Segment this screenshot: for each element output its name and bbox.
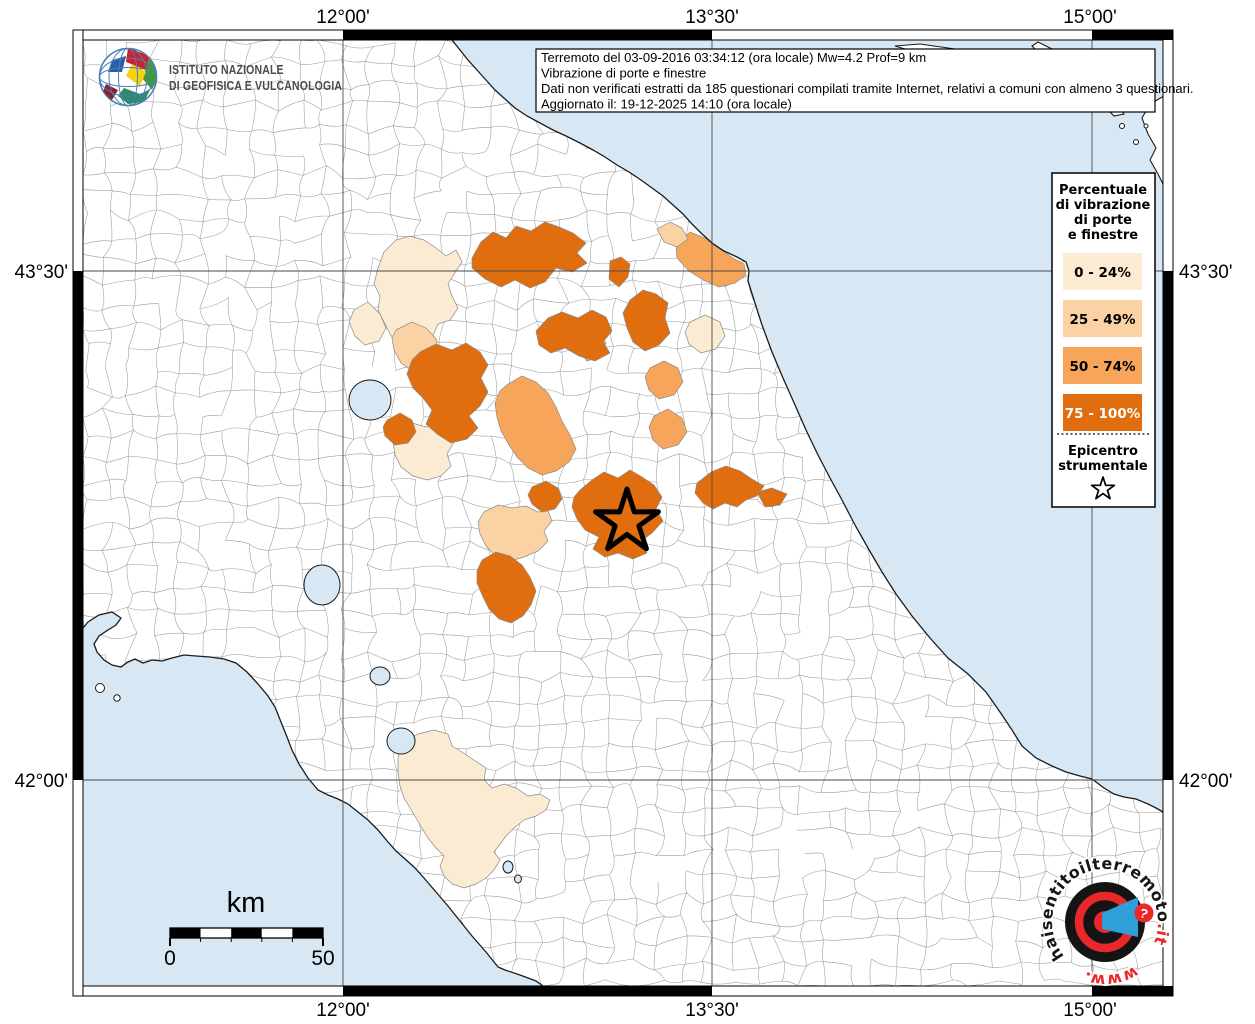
islet xyxy=(1133,139,1139,145)
legend-title-2: di vibrazione xyxy=(1056,198,1151,213)
legend-class-label-1: 0 - 24% xyxy=(1074,265,1131,281)
legend-epicenter-line1: Epicentro xyxy=(1068,444,1138,459)
axis-right-4200: 42°00' xyxy=(1179,771,1233,792)
event-data-note: Dati non verificati estratti da 185 ques… xyxy=(541,81,1194,96)
axis-top-12: 12°00' xyxy=(316,7,370,28)
event-info-box: Terremoto del 03-09-2016 03:34:12 (ora l… xyxy=(535,48,1194,113)
legend-title-3: di porte xyxy=(1074,213,1132,228)
legend-box: Percentuale di vibrazione di porte e fin… xyxy=(1051,172,1156,508)
ingv-name-line1: ISTITUTO NAZIONALE xyxy=(169,64,284,77)
event-effect: Vibrazione di porte e finestre xyxy=(541,66,706,81)
islet xyxy=(1143,123,1149,129)
axis-top-1330: 13°30' xyxy=(685,7,739,28)
legend-epicenter-line2: strumentale xyxy=(1058,459,1148,474)
lake xyxy=(502,860,514,874)
scale-unit: km xyxy=(227,887,266,919)
axis-bottom-12: 12°00' xyxy=(316,1000,370,1021)
islet xyxy=(95,683,105,693)
lake xyxy=(386,727,416,755)
scale-max: 50 xyxy=(311,947,334,970)
axis-bottom-1330: 13°30' xyxy=(685,1000,739,1021)
lake xyxy=(348,379,392,421)
legend-class-label-2: 25 - 49% xyxy=(1069,312,1136,328)
ingv-name-line2: DI GEOFISICA E VULCANOLOGIA xyxy=(169,80,343,93)
lake xyxy=(303,564,341,606)
scale-min: 0 xyxy=(164,947,176,970)
islet xyxy=(113,694,121,702)
legend-title-4: e finestre xyxy=(1068,228,1138,243)
axis-left-4330: 43°30' xyxy=(15,262,69,283)
axis-bottom-15: 15°00' xyxy=(1063,1000,1117,1021)
map-canvas: 12°00' 13°30' 15°00' 12°00' 13°30' 15°00… xyxy=(15,7,1233,1021)
legend-class-label-3: 50 - 74% xyxy=(1069,359,1136,375)
axis-top-15: 15°00' xyxy=(1063,7,1117,28)
lake xyxy=(514,874,522,884)
legend-title-1: Percentuale xyxy=(1059,183,1147,198)
axis-left-4200: 42°00' xyxy=(15,771,69,792)
legend-class-label-4: 75 - 100% xyxy=(1065,406,1141,422)
event-title: Terremoto del 03-09-2016 03:34:12 (ora l… xyxy=(541,50,926,65)
event-updated: Aggiornato il: 19-12-2025 14:10 (ora loc… xyxy=(541,97,792,112)
lake xyxy=(369,666,391,686)
haisentito-map-page: 12°00' 13°30' 15°00' 12°00' 13°30' 15°00… xyxy=(0,0,1255,1024)
islet xyxy=(1119,123,1125,129)
axis-right-4330: 43°30' xyxy=(1179,262,1233,283)
